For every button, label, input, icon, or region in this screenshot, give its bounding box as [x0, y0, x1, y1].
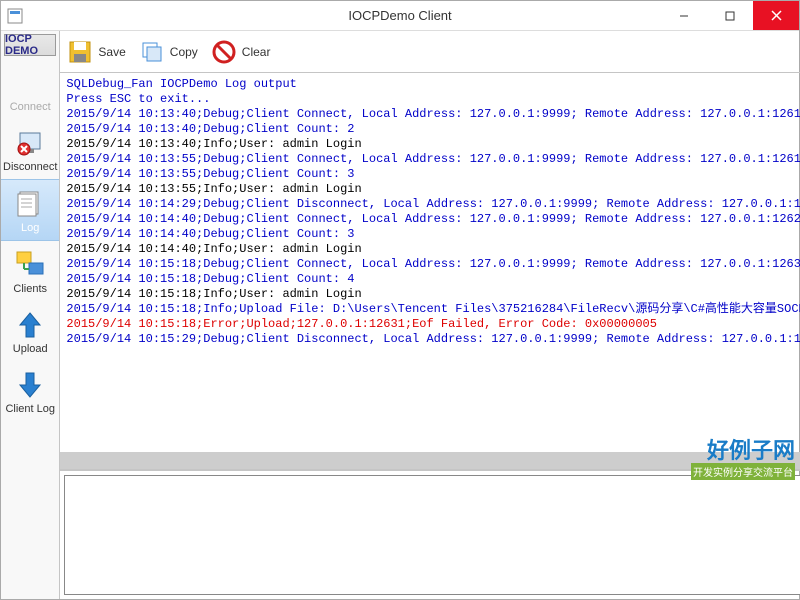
- bottom-panel: [60, 470, 800, 599]
- log-line: 2015/9/14 10:13:55;Debug;Client Connect,…: [66, 152, 800, 167]
- bottom-text-area[interactable]: [64, 475, 800, 595]
- app-icon: [7, 8, 23, 24]
- sidebar-item-connect[interactable]: Connect: [1, 59, 59, 119]
- clients-icon: [14, 249, 46, 281]
- sidebar-item-label: Disconnect: [3, 161, 57, 173]
- log-line: 2015/9/14 10:13:40;Debug;Client Count: 2: [66, 122, 800, 137]
- log-line: 2015/9/14 10:14:29;Debug;Client Disconne…: [66, 197, 800, 212]
- save-button[interactable]: Save: [68, 40, 125, 64]
- sidebar-item-label: Upload: [13, 343, 48, 355]
- sidebar-item-disconnect[interactable]: Disconnect: [1, 119, 59, 179]
- log-line: 2015/9/14 10:13:40;Debug;Client Connect,…: [66, 107, 800, 122]
- log-line: SQLDebug_Fan IOCPDemo Log output: [66, 77, 800, 92]
- log-line: 2015/9/14 10:13:40;Info;User: admin Logi…: [66, 137, 800, 152]
- maximize-button[interactable]: [707, 1, 753, 30]
- sidebar-item-label: Clients: [13, 283, 47, 295]
- sidebar-item-client-log[interactable]: Client Log: [1, 361, 59, 421]
- log-line: 2015/9/14 10:15:18;Info;User: admin Logi…: [66, 287, 800, 302]
- copy-label: Copy: [170, 45, 198, 59]
- copy-button[interactable]: Copy: [140, 40, 198, 64]
- copy-icon: [140, 40, 164, 64]
- clear-icon: [212, 40, 236, 64]
- sidebar-item-clients[interactable]: Clients: [1, 241, 59, 301]
- log-line: 2015/9/14 10:15:18;Debug;Client Connect,…: [66, 257, 800, 272]
- client-log-icon: [14, 369, 46, 401]
- scrollbar-horizontal[interactable]: [60, 452, 800, 469]
- save-icon: [68, 40, 92, 64]
- log-line: 2015/9/14 10:13:55;Info;User: admin Logi…: [66, 182, 800, 197]
- sidebar-item-label: Client Log: [5, 403, 55, 415]
- window-title: IOCPDemo Client: [348, 8, 451, 23]
- log-line: 2015/9/14 10:14:40;Info;User: admin Logi…: [66, 242, 800, 257]
- sidebar-item-label: Log: [21, 222, 39, 234]
- clear-button[interactable]: Clear: [212, 40, 271, 64]
- log-line: 2015/9/14 10:14:40;Debug;Client Count: 3: [66, 227, 800, 242]
- log-line: 2015/9/14 10:15:18;Debug;Client Count: 4: [66, 272, 800, 287]
- log-line: 2015/9/14 10:14:40;Debug;Client Connect,…: [66, 212, 800, 227]
- sidebar-item-label: Connect: [10, 101, 51, 113]
- sidebar-item-upload[interactable]: Upload: [1, 301, 59, 361]
- toolbar: Save Copy Clear: [60, 31, 800, 73]
- titlebar: IOCPDemo Client: [1, 1, 799, 31]
- minimize-button[interactable]: [661, 1, 707, 30]
- upload-icon: [14, 309, 46, 341]
- disconnect-icon: [14, 127, 46, 159]
- log-line: Press ESC to exit...: [66, 92, 800, 107]
- log-line: 2015/9/14 10:15:18;Info;Upload File: D:\…: [66, 302, 800, 317]
- log-line: 2015/9/14 10:13:55;Debug;Client Count: 3: [66, 167, 800, 182]
- log-icon: [14, 188, 46, 220]
- sidebar-header: IOCP DEMO: [4, 34, 56, 56]
- save-label: Save: [98, 45, 125, 59]
- log-line: 2015/9/14 10:15:29;Debug;Client Disconne…: [66, 332, 800, 347]
- log-line: 2015/9/14 10:15:18;Error;Upload;127.0.0.…: [66, 317, 800, 332]
- connect-icon: [14, 67, 46, 99]
- sidebar-item-log[interactable]: Log: [1, 179, 59, 241]
- log-area[interactable]: SQLDebug_Fan IOCPDemo Log outputPress ES…: [60, 73, 800, 470]
- sidebar: IOCP DEMO Connect Disconnect Log Clients…: [1, 31, 60, 599]
- clear-label: Clear: [242, 45, 271, 59]
- close-button[interactable]: [753, 1, 799, 30]
